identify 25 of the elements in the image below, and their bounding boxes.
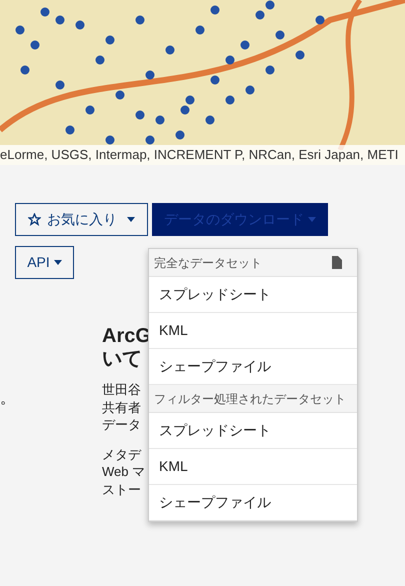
map-attribution: eLorme, USGS, Intermap, INCREMENT P, NRCan, Esri Japan, METI bbox=[0, 145, 405, 165]
body-text: 世田谷 bbox=[102, 381, 141, 398]
menu-item[interactable]: シェープファイル bbox=[149, 485, 357, 521]
caret-icon bbox=[127, 217, 135, 222]
menu-item[interactable]: KML bbox=[149, 449, 357, 485]
body-text: 共有者 bbox=[102, 398, 141, 416]
map-image[interactable]: eLorme, USGS, Intermap, INCREMENT P, NRCan, Esri Japan, METI bbox=[0, 0, 405, 165]
menu-item[interactable]: スプレッドシート bbox=[149, 413, 357, 449]
body-text: ストー bbox=[102, 480, 141, 498]
file-icon bbox=[332, 256, 342, 269]
section-title: 完全なデータセット bbox=[154, 254, 262, 272]
body-text: Web マ bbox=[102, 463, 146, 480]
menu-item[interactable]: KML bbox=[149, 313, 357, 349]
text-fragment: 。 bbox=[0, 389, 15, 409]
favorites-button[interactable]: お気に入り bbox=[15, 203, 148, 236]
heading-text: いて bbox=[102, 348, 142, 371]
api-button[interactable]: API bbox=[15, 246, 74, 279]
star-icon bbox=[28, 213, 41, 226]
caret-icon bbox=[308, 217, 316, 222]
caret-icon bbox=[54, 260, 62, 265]
body-text: データ bbox=[102, 416, 141, 434]
body-text: メタデ bbox=[102, 446, 141, 463]
menu-item[interactable]: スプレッドシート bbox=[149, 277, 357, 313]
heading-text: ArcG bbox=[102, 325, 151, 348]
section-title: フィルター処理されたデータセット bbox=[154, 390, 346, 408]
